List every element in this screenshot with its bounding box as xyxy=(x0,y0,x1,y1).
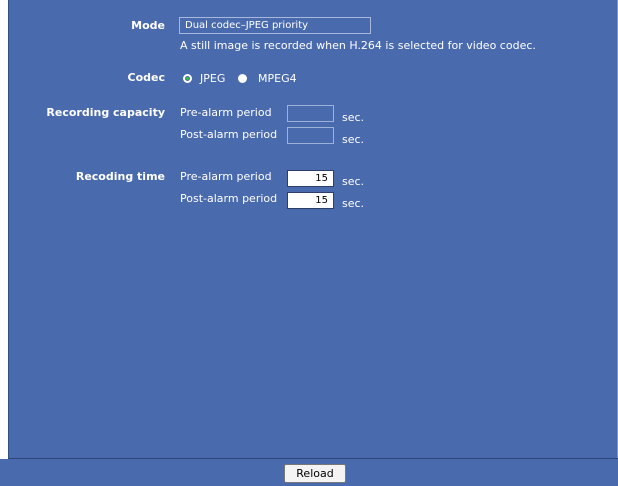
capacity-post-alarm-unit: sec. xyxy=(342,133,365,146)
mode-note: A still image is recorded when H.264 is … xyxy=(180,39,536,52)
time-pre-alarm-unit: sec. xyxy=(342,175,365,188)
time-post-alarm-unit: sec. xyxy=(342,197,365,210)
codec-mpeg4-radio[interactable] xyxy=(238,74,247,83)
codec-label: Codec xyxy=(127,71,166,84)
mode-field: Dual codec–JPEG priority xyxy=(179,17,371,34)
mode-label: Mode xyxy=(131,19,165,32)
capacity-pre-alarm-label: Pre-alarm period xyxy=(180,106,272,119)
codec-mpeg4-label[interactable]: MPEG4 xyxy=(258,72,297,85)
time-post-alarm-label: Post-alarm period xyxy=(180,192,278,205)
settings-panel xyxy=(8,0,618,458)
capacity-post-alarm-input[interactable] xyxy=(287,127,334,144)
recording-time-label: Recoding time xyxy=(75,170,165,183)
codec-jpeg-radio[interactable] xyxy=(183,74,192,83)
capacity-post-alarm-label: Post-alarm period xyxy=(180,128,278,141)
time-post-alarm-input[interactable]: 15 xyxy=(287,192,334,209)
capacity-pre-alarm-unit: sec. xyxy=(342,111,365,124)
capacity-pre-alarm-input[interactable] xyxy=(287,105,334,122)
time-pre-alarm-input[interactable]: 15 xyxy=(287,170,334,187)
recording-capacity-label: Recording capacity xyxy=(46,106,165,119)
time-pre-alarm-label: Pre-alarm period xyxy=(180,170,272,183)
reload-button[interactable]: Reload xyxy=(284,464,346,483)
codec-jpeg-label[interactable]: JPEG xyxy=(200,72,225,85)
